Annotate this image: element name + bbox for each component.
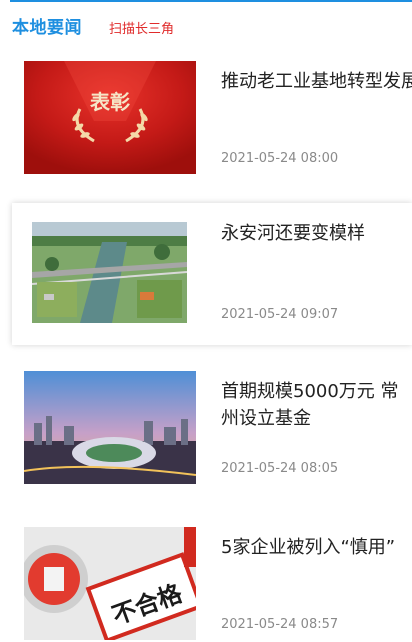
news-headline[interactable]: 永安河还要变模样 <box>221 220 412 247</box>
news-timestamp: 2021-05-24 08:00 <box>221 151 339 166</box>
section-header: 本地要闻 扫描长三角 <box>12 13 174 39</box>
news-item-3[interactable]: 首期规模5000万元 常州设立基金 2021-05-24 08:05 <box>24 371 412 487</box>
news-headline[interactable]: 5家企业被列入“慎用” <box>221 534 412 561</box>
section-title: 本地要闻 <box>12 18 82 38</box>
news-timestamp: 2021-05-24 09:07 <box>221 307 339 322</box>
news-item-2[interactable]: 永安河还要变模样 2021-05-24 09:07 <box>12 203 412 345</box>
news-timestamp: 2021-05-24 08:05 <box>221 461 339 476</box>
news-headline[interactable]: 推动老工业基地转型发展 <box>221 68 412 95</box>
news-headline[interactable]: 首期规模5000万元 常州设立基金 <box>221 378 412 432</box>
top-divider <box>10 0 412 2</box>
news-thumbnail-unqualified[interactable]: 不合格 <box>24 527 196 640</box>
news-timestamp: 2021-05-24 08:57 <box>221 617 339 632</box>
award-title-text: 表彰 <box>90 90 130 114</box>
news-thumbnail-award[interactable]: 表彰 <box>24 61 196 174</box>
unqualified-stamp-image: 不合格 <box>24 527 196 640</box>
award-image: 表彰 <box>24 61 196 174</box>
news-thumbnail-city[interactable] <box>24 371 196 484</box>
page: 本地要闻 扫描长三角 表彰 推动老工业基地转型发展 2021-05-24 08:… <box>0 0 412 642</box>
news-item-4[interactable]: 不合格 5家企业被列入“慎用” 2021-05-24 08:57 <box>24 527 412 642</box>
news-item-1[interactable]: 表彰 推动老工业基地转型发展 2021-05-24 08:00 <box>24 61 412 177</box>
city-stadium-image <box>24 371 196 484</box>
news-thumbnail-river[interactable] <box>32 222 187 323</box>
river-aerial-image <box>32 222 187 323</box>
section-tag-link[interactable]: 扫描长三角 <box>109 18 174 37</box>
